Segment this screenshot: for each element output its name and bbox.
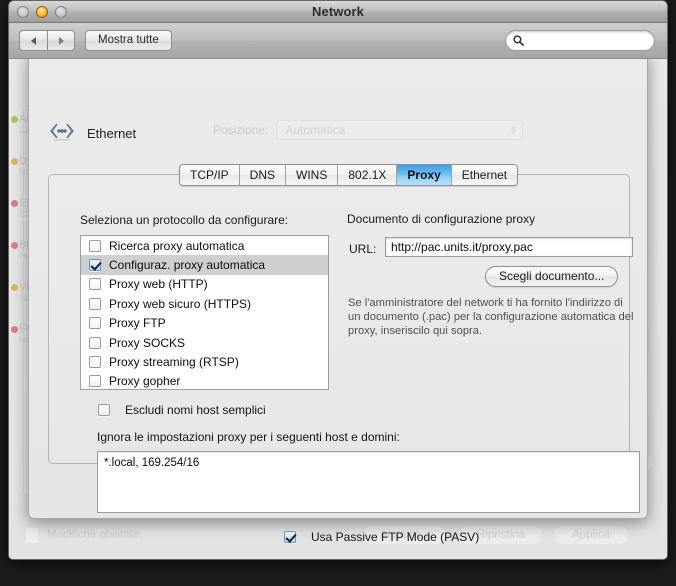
service-name-label: Ethernet	[87, 126, 137, 141]
checkbox-rtsp[interactable]	[89, 356, 101, 369]
forward-button[interactable]	[47, 30, 75, 51]
status-dot-icon	[11, 158, 18, 165]
protocol-row-auto-config[interactable]: Configuraz. proxy automatica	[81, 255, 328, 275]
passive-ftp-row[interactable]: Usa Passive FTP Mode (PASV)	[284, 530, 479, 544]
url-input[interactable]	[385, 237, 633, 257]
protocol-row-socks[interactable]: Proxy SOCKS	[81, 333, 328, 352]
close-button-icon[interactable]	[17, 6, 29, 18]
search-input[interactable]	[527, 34, 637, 47]
checkbox-auto-config[interactable]	[89, 259, 101, 272]
background-apply-button[interactable]: Applica	[553, 525, 629, 545]
exclude-simple-hosts-row[interactable]: Escludi nomi host semplici	[98, 403, 266, 417]
background-lock-icon[interactable]	[25, 527, 39, 544]
tab-ethernet[interactable]: Ethernet	[451, 165, 518, 185]
choose-document-button[interactable]: Scegli documento...	[485, 266, 619, 287]
protocol-list[interactable]: Ricerca proxy automatica Configuraz. pro…	[80, 235, 329, 390]
checkbox-ftp[interactable]	[89, 317, 101, 330]
background-lock-text: Modifiche abilitate.	[47, 529, 143, 541]
protocol-section-label: Seleziona un protocollo da configurare:	[80, 213, 289, 227]
window-titlebar: Network	[9, 1, 667, 23]
zoom-button-icon[interactable]	[55, 6, 67, 18]
protocol-row-rtsp[interactable]: Proxy streaming (RTSP)	[81, 352, 328, 371]
settings-tabbar: TCP/IP DNS WINS 802.1X Proxy Ethernet	[179, 164, 519, 186]
protocol-row-https[interactable]: Proxy web sicuro (HTTPS)	[81, 294, 328, 313]
network-preferences-window: Network Mostra tutte Modifiche abilitate…	[8, 0, 668, 560]
back-button[interactable]	[19, 30, 47, 51]
protocol-label: Proxy FTP	[109, 316, 166, 331]
chevron-updown-icon: ▲ ▼	[509, 123, 518, 137]
location-row: Posizione: Automatica ▲ ▼	[213, 120, 524, 140]
protocol-row-http[interactable]: Proxy web (HTTP)	[81, 275, 328, 294]
search-field[interactable]	[505, 30, 655, 51]
exclude-simple-hosts-label: Escludi nomi host semplici	[125, 403, 266, 417]
window-toolbar: Mostra tutte	[9, 23, 667, 59]
checkbox-exclude-simple-hosts[interactable]	[98, 404, 110, 416]
navigation-buttons	[19, 30, 75, 51]
status-dot-icon	[11, 200, 18, 207]
tab-8021x[interactable]: 802.1X	[338, 165, 398, 185]
status-dot-icon	[11, 242, 18, 249]
protocol-label: Proxy SOCKS	[109, 335, 186, 350]
status-dot-icon	[11, 284, 18, 291]
checkbox-gopher[interactable]	[89, 375, 101, 388]
proxy-doc-title: Documento di configurazione proxy	[347, 212, 536, 226]
checkbox-passive-ftp[interactable]	[284, 531, 296, 543]
protocol-label: Proxy web sicuro (HTTPS)	[109, 296, 252, 311]
location-popup-button[interactable]: Automatica ▲ ▼	[276, 120, 524, 140]
show-all-button[interactable]: Mostra tutte	[85, 30, 172, 51]
status-dot-icon	[11, 116, 18, 123]
search-icon	[513, 35, 524, 46]
url-label: URL:	[349, 242, 377, 256]
checkbox-http[interactable]	[89, 278, 101, 291]
traffic-lights	[17, 6, 67, 18]
minimize-button-icon[interactable]	[36, 6, 48, 18]
tab-dns[interactable]: DNS	[239, 165, 287, 185]
window-body: AirPort Collegato DUN Bluetooth Non conf…	[9, 59, 667, 559]
tab-tcpip[interactable]: TCP/IP	[180, 165, 240, 185]
location-value: Automatica	[285, 123, 346, 137]
protocol-row-ftp[interactable]: Proxy FTP	[81, 314, 328, 333]
triangle-left-icon	[31, 36, 36, 45]
protocol-row-gopher[interactable]: Proxy gopher	[81, 372, 328, 389]
triangle-right-icon	[58, 36, 64, 45]
protocol-row-auto-discovery[interactable]: Ricerca proxy automatica	[81, 236, 328, 255]
tab-proxy[interactable]: Proxy	[397, 165, 452, 185]
protocol-label: Proxy streaming (RTSP)	[109, 355, 239, 370]
checkbox-auto-discovery[interactable]	[89, 239, 101, 252]
checkbox-https[interactable]	[89, 297, 101, 310]
bypass-label: Ignora le impostazioni proxy per i segue…	[97, 430, 400, 444]
location-label: Posizione:	[213, 123, 269, 137]
protocol-label: Proxy gopher	[109, 374, 181, 389]
proxy-doc-hint: Se l'amministratore del network ti ha fo…	[348, 297, 634, 338]
tab-wins[interactable]: WINS	[286, 165, 339, 185]
protocol-label: Proxy web (HTTP)	[109, 277, 208, 292]
service-header: Ethernet	[47, 121, 136, 146]
checkbox-socks[interactable]	[89, 336, 101, 349]
passive-ftp-label: Usa Passive FTP Mode (PASV)	[311, 530, 480, 544]
window-title: Network	[312, 4, 364, 19]
protocol-label: Ricerca proxy automatica	[109, 238, 245, 253]
status-dot-icon	[11, 326, 18, 333]
bypass-textarea[interactable]: *.local, 169.254/16	[97, 451, 640, 513]
protocol-label: Configuraz. proxy automatica	[109, 258, 266, 273]
proxy-settings-sheet: Ethernet Posizione: Automatica ▲ ▼ TCP/IP…	[28, 59, 648, 544]
ethernet-icon	[47, 121, 77, 146]
